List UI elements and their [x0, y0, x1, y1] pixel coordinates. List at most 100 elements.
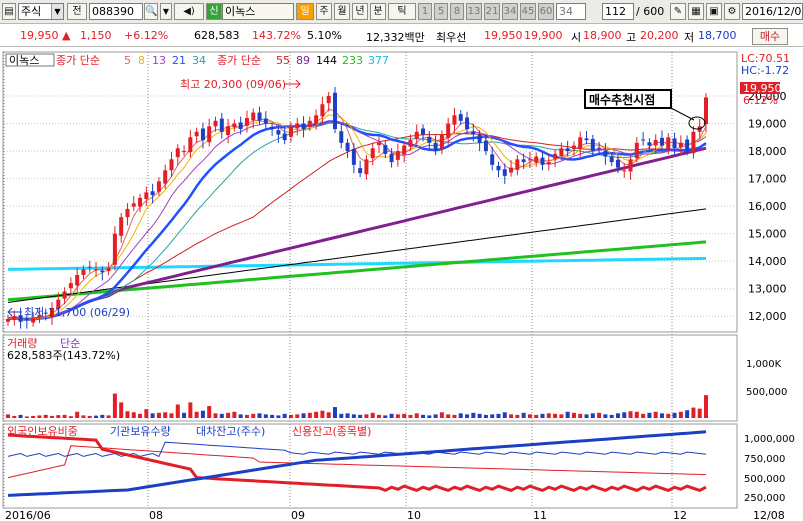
stock-chart[interactable]: 20,00019,00018,00017,00016,00015,00014,0…	[0, 48, 803, 521]
volume-bar	[301, 413, 306, 418]
candle-body	[238, 122, 243, 130]
market-select[interactable]: 주식 ▼	[18, 3, 64, 20]
volume-bar	[238, 414, 243, 418]
candle-body	[584, 138, 589, 141]
volume-bar	[345, 413, 350, 418]
minute-1-button[interactable]: 1	[418, 3, 432, 20]
candle-body	[106, 268, 111, 272]
candle-body	[232, 123, 237, 128]
candle-body	[138, 197, 143, 207]
volume-bar	[156, 412, 161, 418]
sin-badge[interactable]: 신	[206, 3, 222, 20]
volume-bar	[232, 411, 237, 418]
volume-bar	[125, 411, 130, 418]
candle-body	[119, 217, 124, 236]
volume-tick-500k: 500,000	[746, 387, 787, 398]
volume-bar	[666, 413, 671, 418]
candle-body	[678, 142, 683, 148]
volume-bar	[433, 414, 438, 418]
candle-body	[377, 142, 382, 146]
minute-60-button[interactable]: 60	[538, 3, 554, 20]
candle-body	[483, 140, 488, 152]
period-year-button[interactable]: 년	[352, 3, 368, 20]
volume-bar	[458, 413, 463, 418]
legend-ma34: 34	[192, 54, 206, 67]
minute-5-button[interactable]: 5	[434, 3, 448, 20]
minute-8-button[interactable]: 8	[450, 3, 464, 20]
volume-bar	[634, 411, 639, 418]
candle-body	[395, 151, 400, 160]
volume-bar	[615, 413, 620, 418]
code-input[interactable]: 088390	[89, 3, 143, 20]
candle-body	[226, 126, 231, 136]
grid-icon[interactable]: ▣	[706, 3, 722, 20]
up-arrow-icon: ▲	[62, 29, 71, 42]
window-menu-icon[interactable]: ▤	[2, 3, 16, 20]
candle-body	[94, 269, 99, 271]
period-day-button[interactable]: 일	[296, 3, 314, 20]
volume-bar	[389, 413, 394, 418]
date-tick: 2016/06	[5, 509, 51, 521]
volume-bar	[691, 407, 696, 418]
volume-bar	[332, 407, 337, 418]
volume-bar	[358, 414, 363, 418]
candle-body	[628, 159, 633, 172]
volume-bar	[704, 395, 708, 418]
volume-bar	[314, 411, 319, 418]
legend-ma13: 13	[152, 54, 166, 67]
volume-bar	[402, 413, 407, 418]
tool-icon[interactable]: ✎	[670, 3, 686, 20]
period-month-button[interactable]: 월	[334, 3, 350, 20]
count-input[interactable]: 112	[602, 3, 634, 20]
volume-bar	[603, 414, 608, 418]
candle-body	[609, 156, 614, 163]
date-input[interactable]: 2016/12/0	[742, 3, 803, 20]
minute-34-button[interactable]: 34	[502, 3, 518, 20]
period-week-button[interactable]: 주	[316, 3, 332, 20]
speaker-icon[interactable]: ◀)	[174, 3, 204, 20]
volume-bar	[251, 413, 256, 418]
holding-tick-1000k: 1,000,000	[744, 434, 795, 445]
gear-icon[interactable]: ⚙	[724, 3, 740, 20]
volume-bar	[647, 412, 652, 418]
volume-bar	[326, 412, 331, 418]
candle-body	[672, 138, 677, 149]
period-minute-button[interactable]: 분	[370, 3, 386, 20]
minute-13-button[interactable]: 13	[466, 3, 482, 20]
volume-bar	[471, 412, 476, 418]
pct-tag-value: 6.12%	[743, 94, 778, 107]
volume-bar	[194, 411, 199, 418]
volume-bar	[540, 413, 545, 418]
holding-tick-750k: 750,000	[744, 454, 785, 465]
volume-bar	[307, 412, 312, 418]
minute-45-button[interactable]: 45	[520, 3, 536, 20]
count-total: / 600	[636, 5, 665, 18]
volume-bar	[68, 416, 73, 418]
candle-body	[490, 154, 495, 165]
buy-button[interactable]: 매수	[752, 28, 788, 45]
chart-icon[interactable]: ▦	[688, 3, 704, 20]
candle-body	[194, 131, 199, 137]
chevron-down-icon[interactable]: ▼	[160, 3, 172, 20]
candle-body	[496, 165, 501, 171]
candle-body	[125, 208, 130, 218]
volume-bar	[37, 415, 42, 418]
candle-body	[169, 159, 174, 171]
volume-value: 628,583	[194, 29, 240, 42]
custom-minute-select[interactable]: 34	[556, 3, 586, 20]
jeon-button[interactable]: 전	[67, 3, 87, 20]
open-label: 시	[571, 31, 582, 44]
volume-bar	[207, 406, 212, 418]
candle-body	[439, 134, 444, 149]
minute-21-button[interactable]: 21	[484, 3, 500, 20]
candle-body	[307, 120, 312, 127]
legend-ma89: 89	[296, 54, 310, 67]
volume-bar	[578, 413, 583, 418]
volume-bar	[6, 414, 10, 418]
volume-bar	[427, 415, 432, 418]
high-label: 고	[626, 31, 637, 44]
volume-bar	[106, 415, 111, 418]
period-tick-button[interactable]: 틱	[388, 3, 416, 20]
search-icon[interactable]: 🔍	[144, 3, 158, 20]
volume-bar	[659, 413, 664, 418]
